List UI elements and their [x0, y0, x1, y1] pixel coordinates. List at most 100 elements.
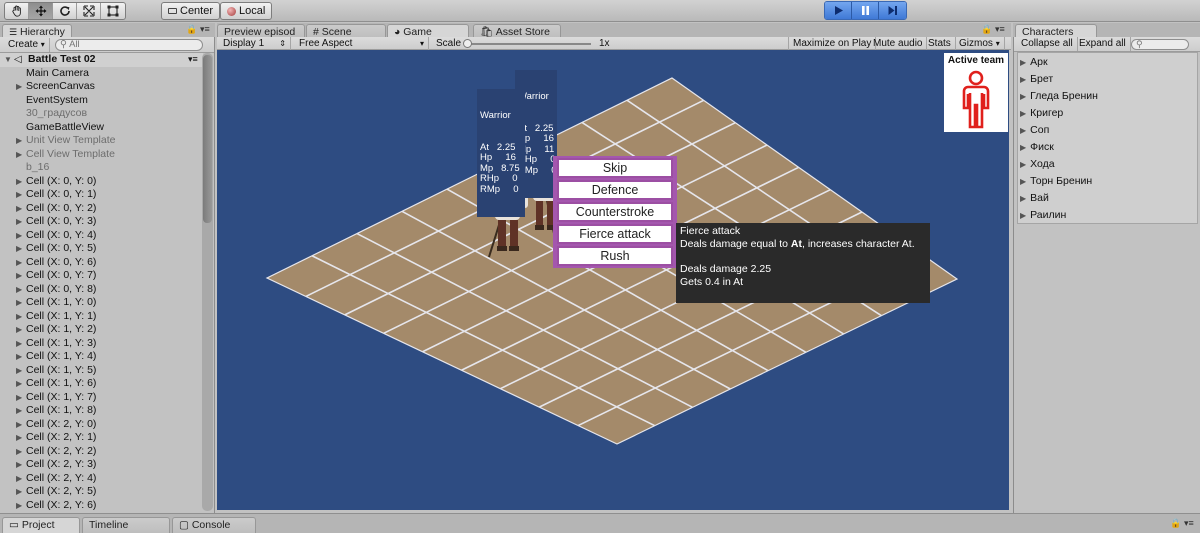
expand-triangle-icon[interactable]: ▶ — [16, 323, 22, 336]
panel-menu-icon[interactable]: ▾≡ — [200, 24, 210, 35]
stats-toggle[interactable]: Stats — [924, 37, 956, 50]
expand-triangle-icon[interactable]: ▶ — [1020, 177, 1026, 186]
move-tool-icon[interactable] — [29, 3, 53, 19]
expand-triangle-icon[interactable]: ▶ — [1020, 92, 1026, 101]
rush-button[interactable]: Rush — [557, 246, 673, 266]
hierarchy-item[interactable]: ▶ Cell (X: 2, Y: 2) — [0, 445, 203, 459]
character-item[interactable]: ▶ Фиск — [1020, 139, 1054, 156]
hierarchy-item[interactable]: EventSystem — [0, 94, 203, 108]
expand-triangle-icon[interactable]: ▶ — [16, 283, 22, 296]
pivot-space-toggle[interactable]: Local — [220, 2, 273, 20]
expand-triangle-icon[interactable]: ▶ — [16, 175, 22, 188]
tab-preview[interactable]: Preview episod — [217, 24, 305, 38]
hierarchy-item[interactable]: ▶ Cell (X: 0, Y: 2) — [0, 202, 203, 216]
expand-triangle-icon[interactable]: ▶ — [16, 445, 22, 458]
mute-audio-toggle[interactable]: Mute audio — [869, 37, 928, 50]
hierarchy-item[interactable]: ▶ ScreenCanvas — [0, 80, 203, 94]
character-item[interactable]: ▶ Вай — [1020, 190, 1049, 207]
hierarchy-scroll-thumb[interactable] — [203, 55, 212, 223]
lock-icon[interactable]: 🔒 — [1170, 518, 1181, 529]
expand-triangle-icon[interactable]: ▶ — [16, 350, 22, 363]
expand-triangle-icon[interactable]: ▶ — [16, 134, 22, 147]
expand-triangle-icon[interactable]: ▶ — [16, 418, 22, 431]
expand-triangle-icon[interactable]: ▶ — [1020, 126, 1026, 135]
hierarchy-item[interactable]: ▶ Cell (X: 1, Y: 2) — [0, 323, 203, 337]
rotate-tool-icon[interactable] — [53, 3, 77, 19]
hierarchy-item[interactable]: 30_градусов — [0, 107, 203, 121]
pivot-center-toggle[interactable]: Center — [161, 2, 221, 20]
expand-triangle-icon[interactable]: ▶ — [16, 256, 22, 269]
expand-triangle-icon[interactable]: ▶ — [1020, 194, 1026, 203]
hierarchy-item[interactable]: ▶ Cell (X: 2, Y: 4) — [0, 472, 203, 486]
character-item[interactable]: ▶ Хода — [1020, 156, 1055, 173]
expand-triangle-icon[interactable]: ▶ — [16, 377, 22, 390]
hand-tool-icon[interactable] — [5, 3, 29, 19]
scale-tool-icon[interactable] — [77, 3, 101, 19]
defence-button[interactable]: Defence — [557, 180, 673, 200]
hierarchy-scrollbar[interactable] — [202, 53, 213, 511]
hierarchy-item[interactable]: ▶ Cell (X: 0, Y: 1) — [0, 188, 203, 202]
game-view[interactable]: Warrior At 2.25 Hp 16 Mp 11 RHp 0 RMp 0 … — [217, 50, 1009, 510]
hierarchy-item[interactable]: ▶ Cell (X: 2, Y: 3) — [0, 458, 203, 472]
panel-menu-icon[interactable]: ▾≡ — [1184, 518, 1194, 529]
pause-button[interactable] — [852, 2, 879, 19]
expand-triangle-icon[interactable]: ▶ — [16, 391, 22, 404]
scene-root-row[interactable]: ▼ ◁ Battle Test 02 ▾≡ — [0, 53, 203, 67]
hierarchy-item[interactable]: ▶ Cell (X: 1, Y: 1) — [0, 310, 203, 324]
hierarchy-item[interactable]: ▶ Cell (X: 1, Y: 6) — [0, 377, 203, 391]
expand-triangle-icon[interactable]: ▶ — [16, 337, 22, 350]
maximize-on-play-toggle[interactable]: Maximize on Play — [788, 37, 877, 50]
lock-icon[interactable]: 🔒 — [186, 24, 197, 35]
expand-triangle-icon[interactable]: ▶ — [16, 242, 22, 255]
hierarchy-item[interactable]: ▶ Cell (X: 0, Y: 4) — [0, 229, 203, 243]
expand-triangle-icon[interactable]: ▶ — [16, 404, 22, 417]
expand-triangle-icon[interactable]: ▶ — [16, 229, 22, 242]
expand-triangle-icon[interactable]: ▶ — [1020, 58, 1026, 67]
hierarchy-item[interactable]: ▶ Cell (X: 1, Y: 7) — [0, 391, 203, 405]
character-item[interactable]: ▶ Брет — [1020, 71, 1053, 88]
character-item[interactable]: ▶ Раилин — [1020, 207, 1066, 224]
hierarchy-item[interactable]: ▶ Cell (X: 2, Y: 6) — [0, 499, 203, 513]
expand-triangle-icon[interactable]: ▶ — [16, 215, 22, 228]
character-item[interactable]: ▶ Соп — [1020, 122, 1049, 139]
expand-triangle-icon[interactable]: ▶ — [16, 148, 22, 161]
hierarchy-item[interactable]: Main Camera — [0, 67, 203, 81]
skip-button[interactable]: Skip — [557, 158, 673, 178]
character-item[interactable]: ▶ Торн Бренин — [1020, 173, 1092, 190]
hierarchy-item[interactable]: ▶ Cell (X: 0, Y: 3) — [0, 215, 203, 229]
hierarchy-item[interactable]: ▶ Cell (X: 0, Y: 8) — [0, 283, 203, 297]
tab-project[interactable]: ▭ Project — [2, 517, 80, 533]
hierarchy-item[interactable]: ▶ Cell View Template — [0, 148, 203, 162]
hierarchy-item[interactable]: ▶ Cell (X: 1, Y: 8) — [0, 404, 203, 418]
rect-tool-icon[interactable] — [101, 3, 125, 19]
character-item[interactable]: ▶ Гледа Бренин — [1020, 88, 1098, 105]
expand-triangle-icon[interactable]: ▶ — [1020, 211, 1026, 220]
tab-characters[interactable]: Characters — [1015, 24, 1097, 38]
expand-triangle-icon[interactable]: ▶ — [16, 485, 22, 498]
expand-triangle-icon[interactable]: ▶ — [16, 269, 22, 282]
tab-scene[interactable]: # Scene — [306, 24, 386, 38]
hierarchy-item[interactable]: ▶ Cell (X: 0, Y: 6) — [0, 256, 203, 270]
hierarchy-item[interactable]: ▶ Cell (X: 1, Y: 0) — [0, 296, 203, 310]
hierarchy-search-box[interactable]: ⚲ All — [55, 39, 203, 51]
step-button[interactable] — [879, 2, 906, 19]
expand-triangle-icon[interactable]: ▶ — [16, 296, 22, 309]
expand-all-button[interactable]: Expand all — [1075, 37, 1131, 51]
scale-slider-track[interactable] — [463, 39, 591, 48]
expand-triangle-icon[interactable]: ▶ — [16, 472, 22, 485]
expand-triangle-icon[interactable]: ▶ — [1020, 160, 1026, 169]
lock-icon[interactable]: 🔒 — [981, 24, 992, 35]
expand-triangle-icon[interactable]: ▶ — [16, 202, 22, 215]
hierarchy-item[interactable]: ▶ Cell (X: 2, Y: 1) — [0, 431, 203, 445]
hierarchy-item[interactable]: ▶ Cell (X: 1, Y: 4) — [0, 350, 203, 364]
tab-timeline[interactable]: Timeline — [82, 517, 170, 533]
character-item[interactable]: ▶ Кригер — [1020, 105, 1063, 122]
expand-triangle-icon[interactable]: ▶ — [16, 310, 22, 323]
character-item[interactable]: ▶ Арк — [1020, 54, 1048, 71]
play-button[interactable] — [825, 2, 852, 19]
expand-triangle-icon[interactable]: ▶ — [1020, 109, 1026, 118]
aspect-dropdown[interactable]: Free Aspect ▾ — [295, 37, 429, 50]
characters-search-box[interactable]: ⚲ — [1131, 39, 1189, 50]
scene-menu-icon[interactable]: ▾≡ — [188, 53, 198, 66]
create-dropdown[interactable]: Create ▾ — [4, 38, 50, 52]
